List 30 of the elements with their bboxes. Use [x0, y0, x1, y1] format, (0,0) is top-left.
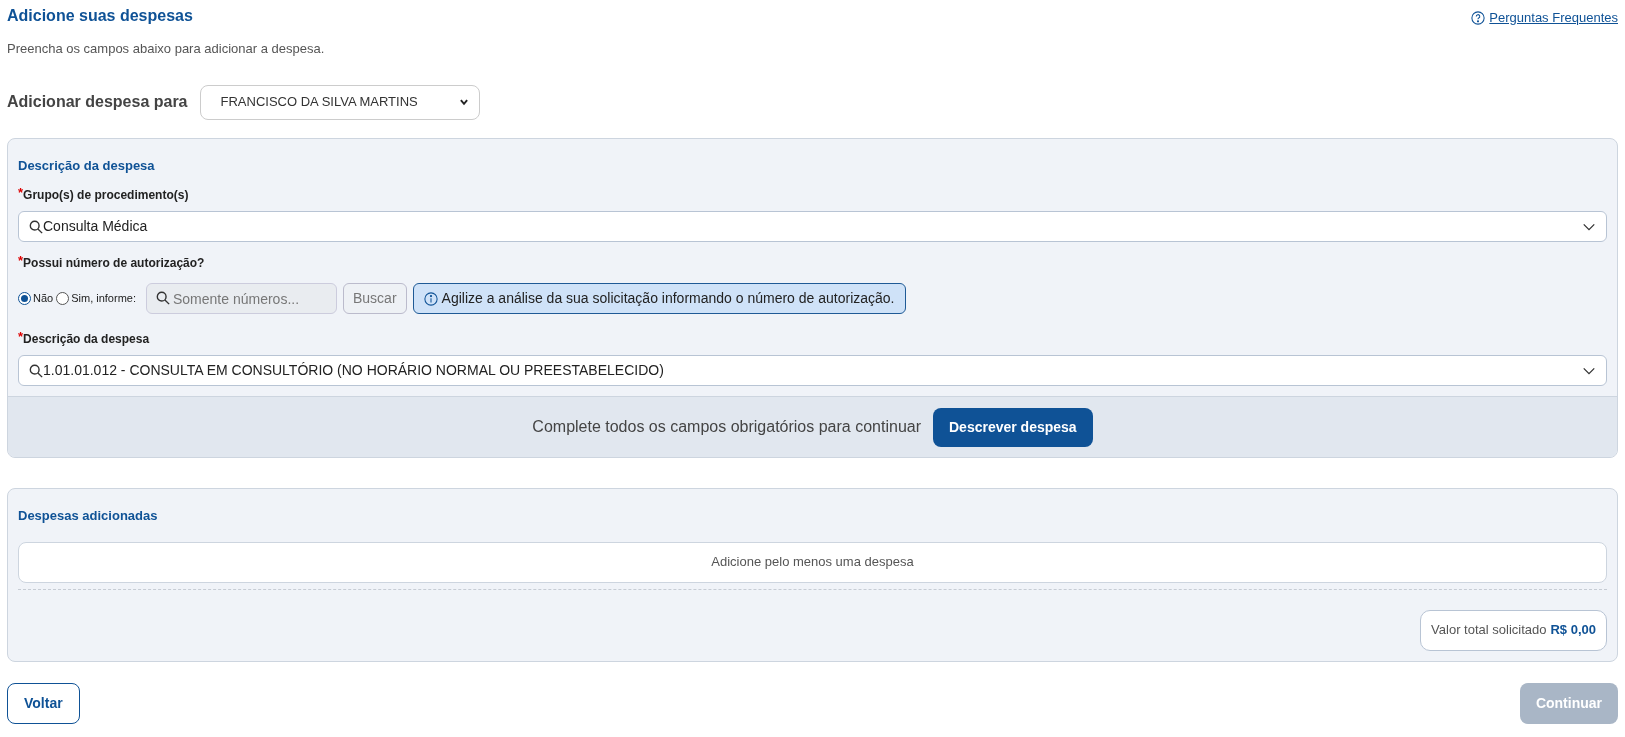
caret-icon	[458, 97, 469, 107]
info-icon	[423, 291, 438, 306]
radio-option[interactable]: Não	[18, 290, 54, 307]
faq-link[interactable]: Perguntas Frequentes	[1471, 8, 1618, 28]
search-icon	[29, 219, 43, 234]
info-message: Agilize a análise da sua solicitação informando o número de autorização.	[412, 283, 906, 314]
required-mark: *	[18, 255, 24, 267]
radio-option[interactable]: Sim, informe:	[56, 290, 136, 307]
expense-description-select[interactable]: 1.01.01.012 - CONSULTA EM CONSULTÓRIO (NO HORÁRIO NORMAL OU PREESTABELECIDO)	[18, 355, 1607, 386]
page-subtitle: Preencha os campos abaixo para adicionar a despesa.	[7, 40, 325, 58]
total-value: R$ 0,00	[1550, 621, 1596, 640]
back-button[interactable]: Voltar	[7, 682, 80, 724]
field-label: Grupo(s) de procedimento(s)	[23, 187, 189, 203]
beneficiary-select[interactable]: FRANCISCO DA SILVA MARTINS	[199, 84, 480, 120]
total-label: Valor total solicitado	[1431, 621, 1547, 640]
required-mark: *	[18, 331, 24, 343]
panel-title: Descrição da despesa	[18, 156, 156, 175]
required-fields-message: Complete todos os campos obrigatórios para continuar	[532, 417, 921, 437]
page-title: Adicione suas despesas	[7, 6, 194, 26]
beneficiary-label: Adicionar despesa para	[7, 92, 188, 112]
search-icon	[156, 291, 170, 305]
search-icon	[29, 363, 43, 378]
help-icon	[1471, 10, 1486, 25]
empty-expenses-message: Adicione pelo menos uma despesa	[18, 541, 1607, 583]
field-label: Possui número de autorização?	[23, 255, 205, 271]
required-mark: *	[18, 187, 24, 199]
panel-title: Despesas adicionadas	[18, 507, 159, 525]
procedure-group-select[interactable]: Consulta Médica	[18, 211, 1607, 242]
field-label: Descrição da despesa	[23, 331, 150, 347]
describe-expense-button[interactable]: Descrever despesa	[933, 407, 1093, 447]
